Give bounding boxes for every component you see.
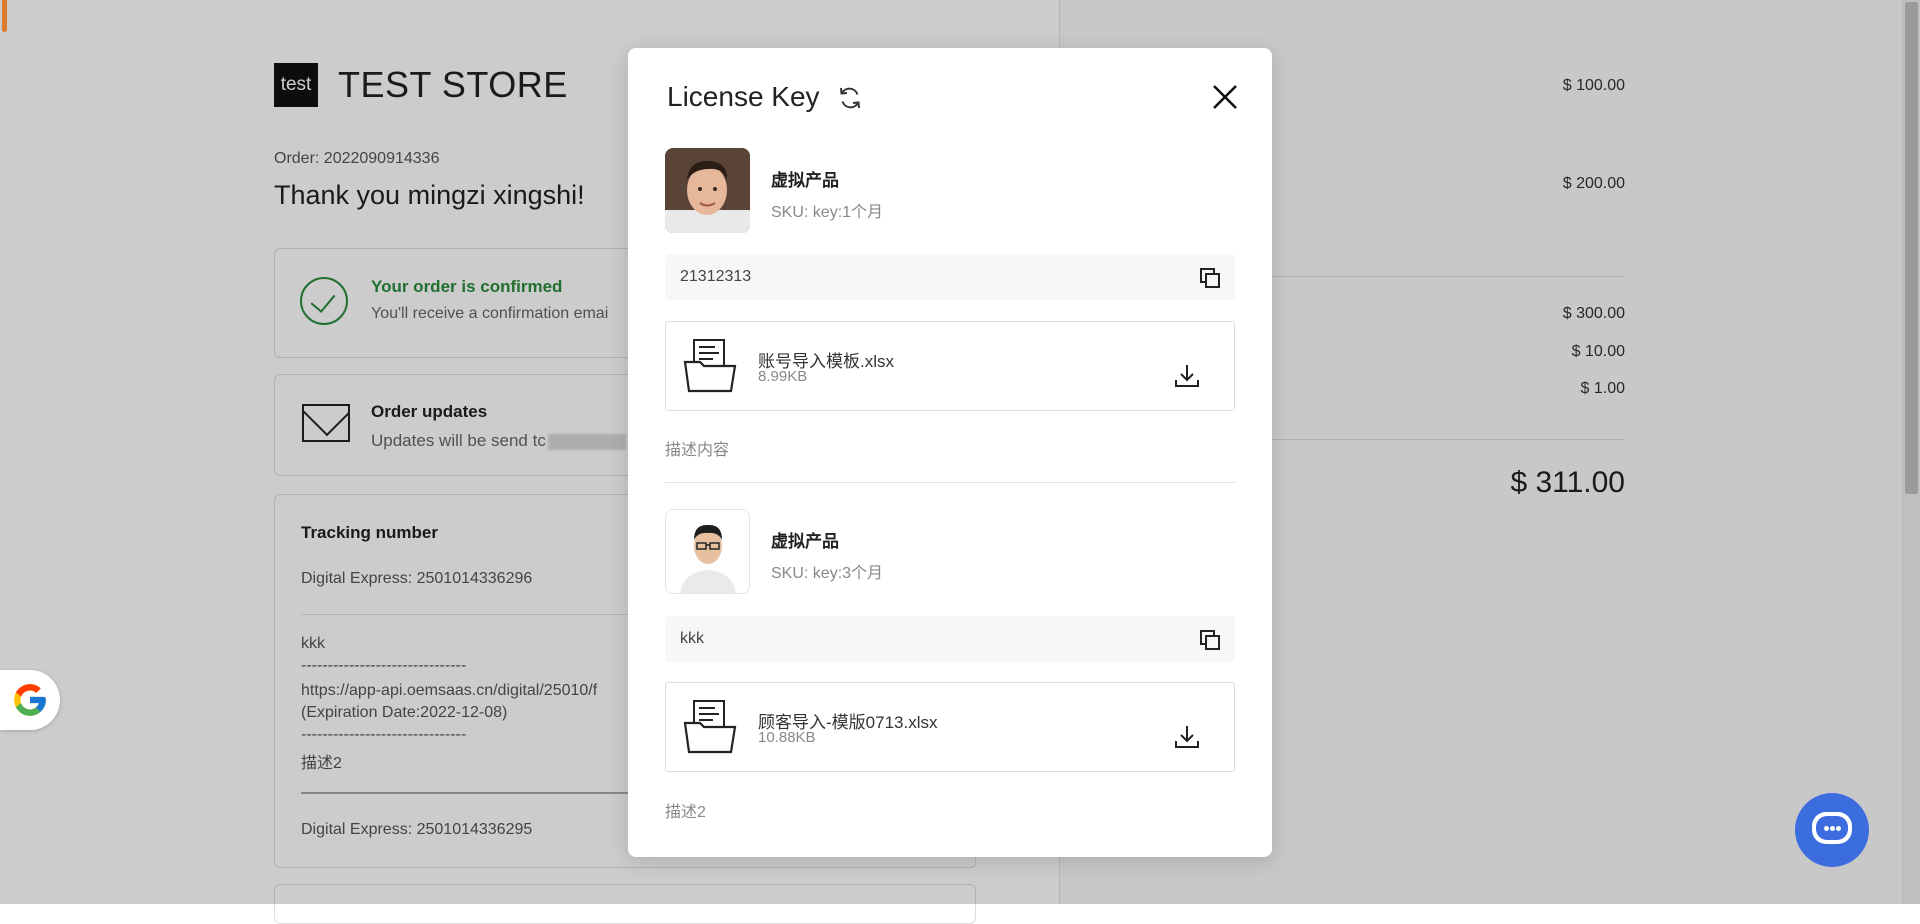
order-status-page: test TEST STORE Order: 2022090914336 Tha…: [0, 0, 1920, 924]
chat-widget-button[interactable]: [1795, 793, 1869, 867]
product-name-1: 虚拟产品: [771, 171, 839, 190]
product-image-1: [665, 148, 750, 233]
attachment-1: 账号导入模板.xlsx 8.99KB: [665, 321, 1235, 411]
license-key-1[interactable]: 21312313: [680, 268, 751, 286]
license-key-box-2: kkk: [665, 616, 1235, 662]
product-description-2: 描述2: [665, 804, 706, 821]
close-icon[interactable]: [1210, 82, 1240, 112]
file-size-2: 10.88KB: [758, 729, 816, 746]
google-login-button[interactable]: [0, 670, 60, 730]
copy-icon[interactable]: [1199, 629, 1221, 651]
download-icon[interactable]: [1174, 363, 1200, 389]
license-key-modal: License Key 虚拟产品 SKU: key:1个月 21312313 账…: [628, 48, 1272, 857]
product-name-2: 虚拟产品: [771, 532, 839, 551]
folder-icon: [683, 700, 737, 754]
license-key-box-1: 21312313: [665, 254, 1235, 300]
file-size-1: 8.99KB: [758, 368, 808, 385]
folder-icon: [683, 339, 737, 393]
product-description-1: 描述内容: [665, 442, 730, 459]
chat-icon: [1812, 812, 1852, 844]
download-icon[interactable]: [1174, 724, 1200, 750]
copy-icon[interactable]: [1199, 267, 1221, 289]
refresh-icon[interactable]: [836, 84, 864, 112]
product-sku-1: SKU: key:1个月: [771, 204, 884, 221]
google-icon: [14, 684, 46, 716]
product-sku-2: SKU: key:3个月: [771, 565, 884, 582]
orange-tab-marker: [2, 0, 7, 32]
product-image-2: [665, 509, 750, 594]
modal-title: License Key: [667, 81, 820, 112]
modal-divider: [665, 482, 1235, 483]
license-key-2[interactable]: kkk: [680, 630, 704, 648]
attachment-2: 顾客导入-模版0713.xlsx 10.88KB: [665, 682, 1235, 772]
